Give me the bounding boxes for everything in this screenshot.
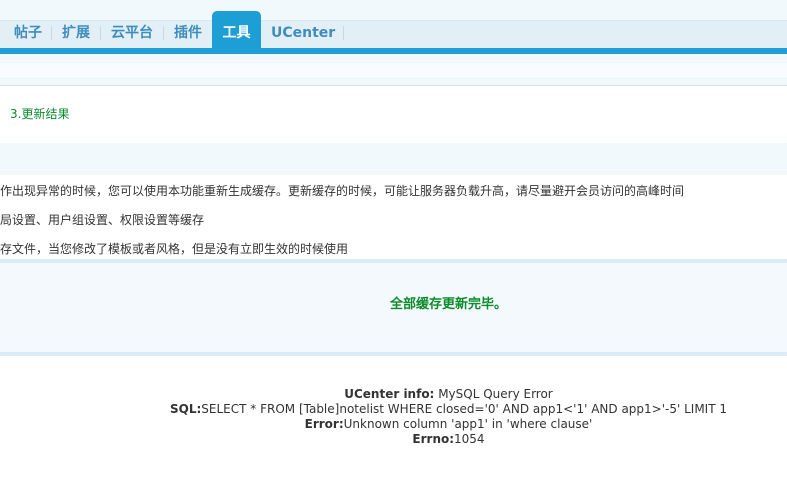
nav-item-ucenter[interactable]: UCenter <box>271 22 335 48</box>
error-errno-line: Errno:1054 <box>0 431 787 447</box>
error-info-line: UCenter info: MySQL Query Error <box>0 386 787 402</box>
sub-header-inner <box>0 62 787 79</box>
error-errno-value: 1054 <box>454 432 485 446</box>
error-message-value: Unknown column 'app1' in 'where clause' <box>343 417 593 431</box>
nav-item-cloud[interactable]: 云平台 <box>111 22 153 48</box>
tip-line-3: 存文件，当您修改了模板或者风格，但是没有立即生效的时候使用 <box>0 242 349 256</box>
nav-separator <box>163 26 164 40</box>
nav-separator <box>51 26 52 40</box>
nav-item-posts[interactable]: 帖子 <box>14 22 42 48</box>
error-info-value: MySQL Query Error <box>438 387 553 401</box>
error-sql-value: SELECT * FROM [Table]notelist WHERE clos… <box>201 402 727 416</box>
nav-separator <box>343 26 344 40</box>
step-label: 3.更新结果 <box>10 107 70 121</box>
nav-item-tools[interactable]: 工具 <box>212 22 261 44</box>
sub-header-band <box>0 54 787 86</box>
tip-line-2: 局设置、用户组设置、权限设置等缓存 <box>0 213 205 227</box>
error-message-line: Error:Unknown column 'app1' in 'where cl… <box>0 416 787 432</box>
tips-header-band <box>0 143 787 175</box>
success-message: 全部缓存更新完毕。 <box>389 297 507 312</box>
nav-separator <box>100 26 101 40</box>
error-sql-line: SQL:SELECT * FROM [Table]notelist WHERE … <box>0 401 787 417</box>
error-errno-label: Errno: <box>412 432 455 446</box>
error-sql-label: SQL: <box>169 402 202 416</box>
nav-item-extend[interactable]: 扩展 <box>62 22 90 48</box>
error-message-label: Error: <box>304 417 344 431</box>
tip-line-1: 作出现异常的时候，您可以使用本功能重新生成缓存。更新缓存的时候，可能让服务器负载… <box>0 184 685 198</box>
nav-item-plugins[interactable]: 插件 <box>174 22 202 48</box>
error-info-label: UCenter info: <box>344 387 435 401</box>
